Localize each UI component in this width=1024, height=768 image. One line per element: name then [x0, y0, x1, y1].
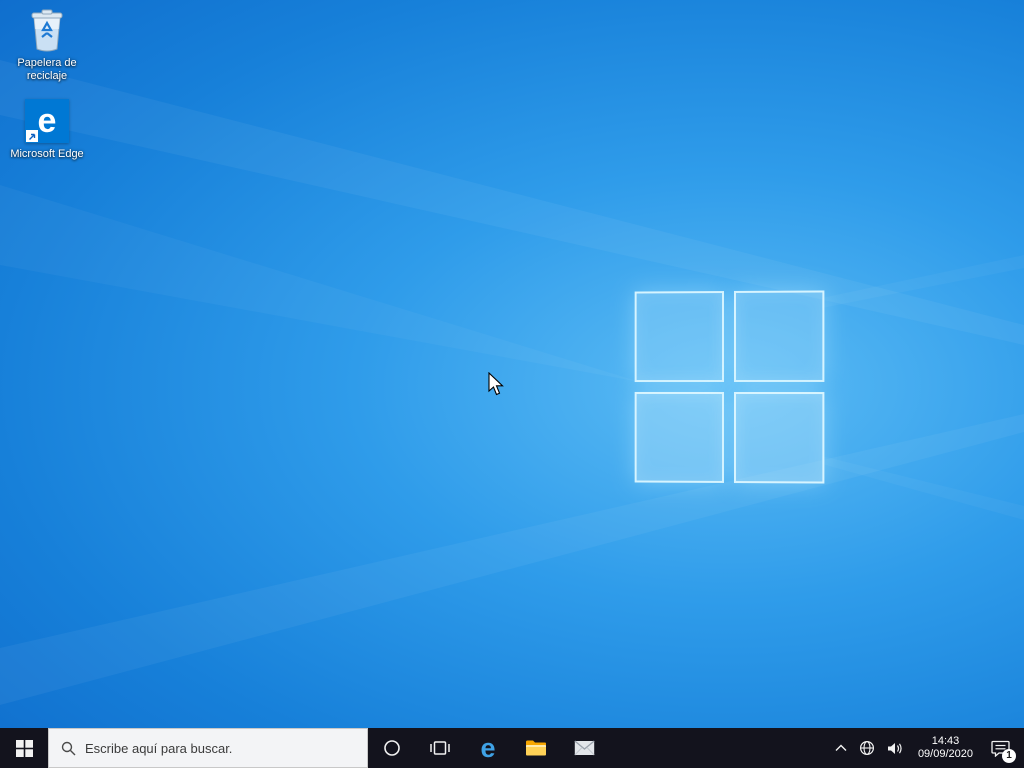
clock-time: 14:43 [918, 735, 973, 748]
chevron-up-icon [835, 744, 847, 752]
start-button[interactable] [0, 728, 48, 768]
cortana-button[interactable] [368, 728, 416, 768]
search-icon [61, 741, 76, 756]
windows-logo [635, 290, 825, 483]
edge-letter: e [38, 104, 57, 138]
desktop-icon-label: Microsoft Edge [8, 148, 86, 161]
network-globe-icon [859, 740, 875, 756]
desktop-icon-column: Papelera de reciclaje e Microsoft Edge [8, 6, 86, 175]
wallpaper-light-rays [0, 0, 1024, 728]
file-explorer-icon [525, 739, 547, 757]
taskbar-clock[interactable]: 14:43 09/09/2020 [910, 728, 981, 768]
file-explorer-button[interactable] [512, 728, 560, 768]
windows-logo-pane [734, 290, 824, 382]
windows-start-icon [16, 740, 33, 757]
network-button[interactable] [853, 728, 881, 768]
cursor-icon [487, 372, 507, 398]
windows-logo-pane [635, 392, 724, 483]
shortcut-arrow-icon [26, 130, 38, 142]
action-center-button[interactable]: 1 [981, 728, 1020, 768]
edge-taskbar-icon: e [480, 735, 495, 762]
windows-logo-pane [635, 291, 724, 382]
windows-logo-pane [734, 392, 824, 484]
volume-button[interactable] [881, 728, 910, 768]
tray-expand-button[interactable] [829, 728, 853, 768]
edge-icon: e [25, 99, 69, 143]
taskbar-search-input[interactable]: Escribe aquí para buscar. [48, 728, 368, 768]
desktop-icon-recycle-bin[interactable]: Papelera de reciclaje [8, 6, 86, 83]
notification-badge: 1 [1002, 749, 1016, 763]
system-tray: 14:43 09/09/2020 1 [829, 728, 1024, 768]
desktop-icon-microsoft-edge[interactable]: e Microsoft Edge [8, 97, 86, 161]
desktop[interactable]: Papelera de reciclaje e Microsoft Edge [0, 0, 1024, 728]
speaker-icon [887, 741, 904, 756]
taskbar-spacer [608, 728, 829, 768]
search-placeholder: Escribe aquí para buscar. [85, 741, 232, 756]
mail-button[interactable] [560, 728, 608, 768]
mail-icon [574, 740, 595, 756]
clock-date: 09/09/2020 [918, 748, 973, 761]
task-view-button[interactable] [416, 728, 464, 768]
desktop-icon-label: Papelera de reciclaje [8, 57, 86, 83]
taskbar: Escribe aquí para buscar. e [0, 728, 1024, 768]
edge-taskbar-button[interactable]: e [464, 728, 512, 768]
cortana-icon [383, 739, 401, 757]
task-view-icon [430, 739, 450, 757]
recycle-bin-icon [26, 7, 68, 53]
